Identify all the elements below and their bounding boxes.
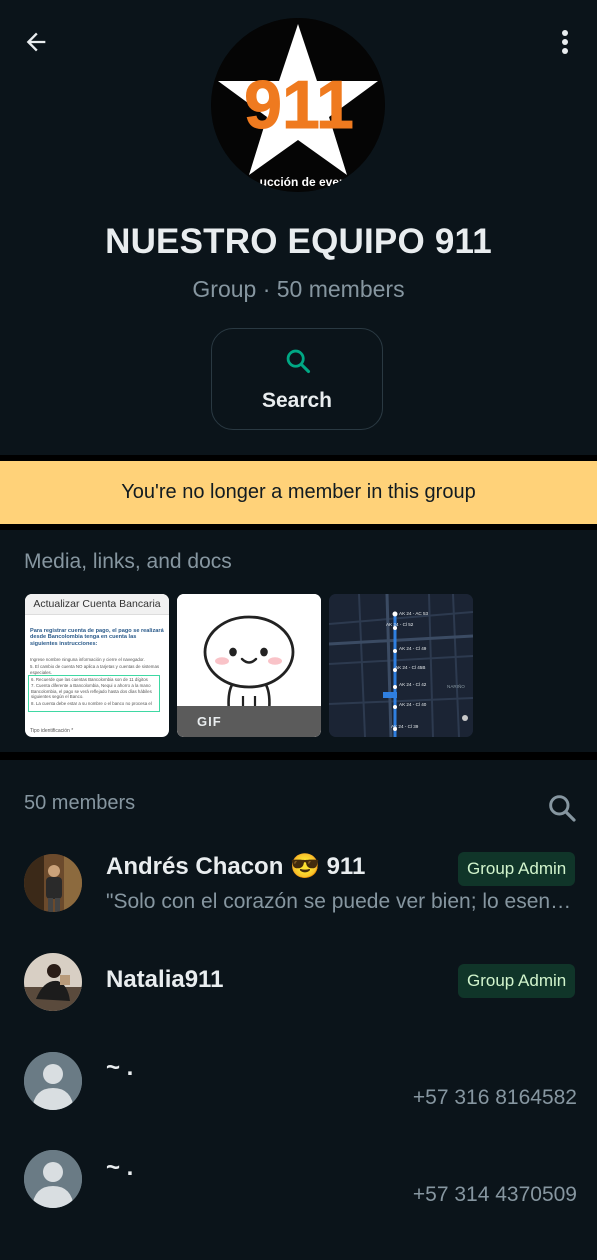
member-row[interactable]: ~ . +57 314 4370509: [0, 1150, 597, 1260]
search-button[interactable]: Search: [211, 328, 383, 430]
member-phone: +57 314 4370509: [412, 1183, 577, 1206]
group-info-header: 911 ucción de even NUESTRO EQUIPO 911 Gr…: [0, 0, 597, 455]
member-row[interactable]: Natalia911 Group Admin: [0, 948, 597, 1058]
doc-line: 7. Cuenta diferente a Bancolombia, Nequi…: [31, 683, 152, 700]
map-label: AK 24 - Cl 49: [399, 646, 427, 651]
map-label: AK 24 - Cl 45B: [395, 665, 425, 670]
map-label: AK 24 - Cl 40: [399, 702, 427, 707]
member-name: ~ .: [106, 1054, 134, 1081]
members-count: 50 members: [24, 792, 136, 814]
doc-title: Actualizar Cuenta Bancaria: [25, 594, 169, 615]
member-status: "Solo con el corazón se puede ver bien; …: [106, 890, 574, 913]
doc-footer: Tipo identificación *: [30, 728, 74, 734]
doc-line: Ingrese nombre ninguna información y cie…: [30, 657, 145, 662]
avatar[interactable]: [24, 953, 82, 1011]
section-divider: [0, 752, 597, 760]
gif-badge: GIF: [197, 714, 222, 729]
doc-line: 5. El cambio de cuenta NO aplica a tarje…: [30, 664, 160, 675]
avatar[interactable]: [24, 1150, 82, 1208]
group-admin-badge: Group Admin: [458, 964, 576, 998]
map-label: NARIÑO: [447, 683, 465, 689]
group-avatar[interactable]: 911 ucción de even: [211, 18, 385, 192]
map-image: AK 24 - AC 53 AK 24 - Cl 52 AK 24 - Cl 4…: [329, 594, 473, 737]
map-label: AK 24 - Cl 39: [391, 724, 419, 729]
member-name: Natalia911: [106, 966, 224, 993]
group-logo-image: 911 ucción de even: [211, 18, 385, 192]
search-icon: [286, 349, 311, 374]
search-icon[interactable]: [546, 792, 578, 824]
avatar[interactable]: [24, 854, 82, 912]
not-member-notice: You're no longer a member in this group: [0, 461, 597, 524]
doc-line: 8. La cuenta debe estar a su nombre o el…: [31, 701, 152, 707]
media-section-title[interactable]: Media, links, and docs: [24, 550, 232, 574]
media-thumb-map[interactable]: AK 24 - AC 53 AK 24 - Cl 52 AK 24 - Cl 4…: [329, 594, 473, 737]
member-photo: [24, 854, 82, 912]
member-photo: [24, 953, 82, 1011]
logo-number: 911: [244, 67, 354, 143]
notice-text: You're no longer a member in this group: [121, 481, 476, 503]
media-thumb-gif[interactable]: GIF: [177, 594, 321, 737]
more-vertical-icon: [562, 30, 568, 54]
member-name: ~ .: [106, 1154, 134, 1181]
group-subtitle: Group · 50 members: [192, 276, 405, 302]
map-label: AK 24 - AC 53: [399, 611, 429, 616]
default-avatar-icon: [24, 1150, 82, 1208]
more-options-button[interactable]: [548, 24, 582, 60]
search-button-label: Search: [261, 389, 333, 412]
map-label: AK 24 - Cl 52: [386, 622, 414, 627]
map-label: AK 24 - Cl 42: [399, 682, 427, 687]
avatar[interactable]: [24, 1052, 82, 1110]
default-avatar-icon: [24, 1052, 82, 1110]
member-phone: +57 316 8164582: [412, 1086, 577, 1109]
member-row[interactable]: ~ . +57 316 8164582: [0, 1050, 597, 1160]
media-section: Media, links, and docs Actualizar Cuenta…: [0, 530, 597, 752]
logo-caption: ucción de even: [260, 175, 347, 189]
members-section: 50 members Andrés Chacon 😎 911 Group Adm…: [0, 760, 597, 1208]
member-row[interactable]: Andrés Chacon 😎 911 Group Admin "Solo co…: [0, 838, 597, 948]
group-name: NUESTRO EQUIPO 911: [105, 222, 492, 261]
media-thumb-document[interactable]: Actualizar Cuenta Bancaria Para registra…: [25, 594, 169, 737]
doc-heading: Para registrar cuenta de pago, el pago s…: [30, 628, 164, 647]
member-name: Andrés Chacon 😎 911: [106, 853, 366, 880]
arrow-left-icon: [26, 32, 46, 52]
group-admin-badge: Group Admin: [458, 852, 576, 886]
back-button[interactable]: [18, 24, 54, 60]
